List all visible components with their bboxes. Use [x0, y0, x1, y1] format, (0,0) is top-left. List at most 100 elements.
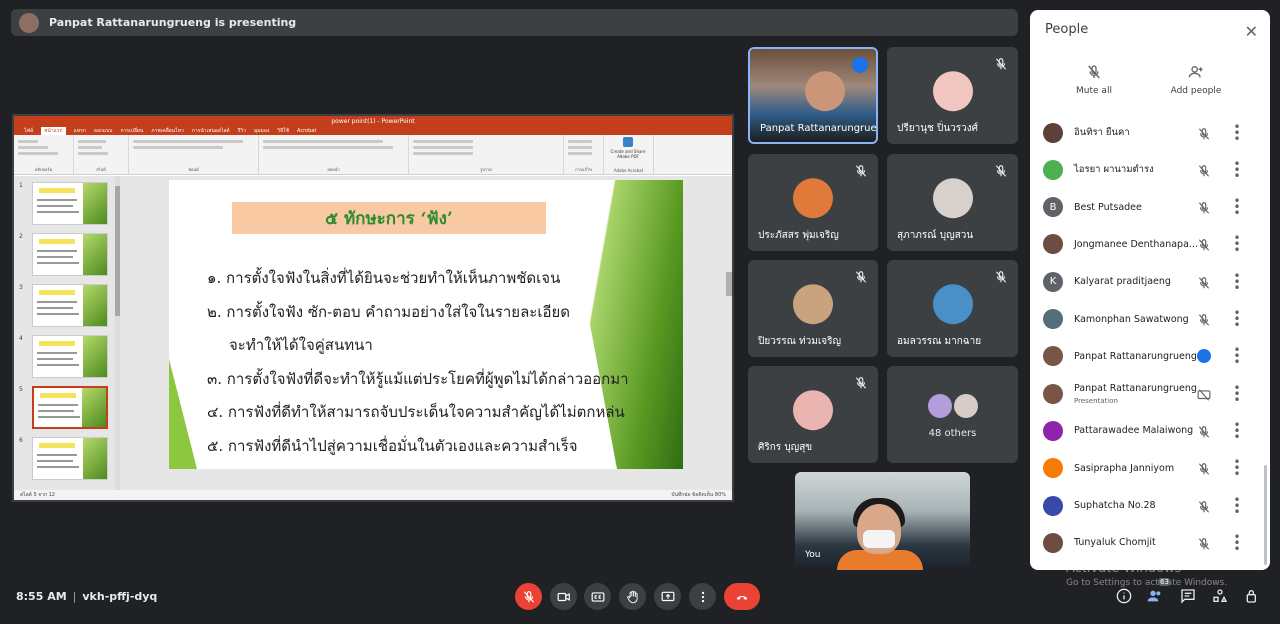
others-avatars	[887, 394, 1018, 418]
mic-off-icon[interactable]	[1197, 163, 1211, 177]
thumbnail-number: 2	[19, 233, 23, 240]
more-vert-icon[interactable]: • • •	[1233, 382, 1241, 406]
activities-icon[interactable]	[1212, 588, 1228, 604]
present-screen-button[interactable]	[654, 583, 681, 610]
more-vert-icon[interactable]: • • •	[1233, 307, 1241, 331]
more-vert-icon[interactable]: • • •	[1233, 344, 1241, 368]
participant-tile[interactable]: ปรียานุช ปิ่นวรวงศ์	[887, 47, 1018, 144]
more-options-button[interactable]	[689, 583, 716, 610]
presenter-avatar	[19, 12, 39, 33]
ppt-tab[interactable]: หน้าแรก	[41, 126, 66, 135]
others-tile[interactable]: 48 others	[887, 366, 1018, 463]
mic-off-icon[interactable]	[1197, 200, 1211, 214]
mic-toggle-button[interactable]	[515, 583, 542, 610]
more-vert-icon[interactable]: • • •	[1233, 121, 1241, 145]
meeting-info: 8:55 AM | vkh-pffj-dyq	[16, 590, 158, 603]
more-vert-icon[interactable]: • • •	[1233, 494, 1241, 518]
self-view[interactable]: You	[795, 472, 970, 570]
ppt-tab[interactable]: การนำเสนอสไลด์	[192, 127, 230, 135]
more-vert-icon	[701, 591, 704, 602]
ppt-tab[interactable]: แทรก	[74, 127, 86, 135]
participant-tile-presenter[interactable]: Panpat Rattanarungrue...	[748, 47, 878, 144]
mic-off-icon[interactable]	[1197, 424, 1211, 438]
participant-row[interactable]: B Best Putsadee • • •	[1030, 189, 1270, 226]
presentation-off-icon[interactable]	[1197, 387, 1211, 401]
participant-avatar	[1043, 495, 1063, 516]
participant-name: ประภัสสร พุ่มเจริญ	[758, 230, 839, 241]
more-vert-icon[interactable]: • • •	[1233, 195, 1241, 219]
mic-off-icon[interactable]	[1197, 536, 1211, 550]
ppt-tab[interactable]: รีวิว	[238, 127, 246, 135]
more-vert-icon[interactable]: • • •	[1233, 270, 1241, 294]
ppt-tab[interactable]: ออกแบบ	[94, 127, 113, 135]
participant-row[interactable]: Panpat Rattanarungrueng • • •	[1030, 338, 1270, 375]
ppt-tab[interactable]: มุมมอง	[254, 127, 269, 135]
slide-thumbnail[interactable]	[32, 284, 108, 327]
more-vert-icon[interactable]: • • •	[1233, 158, 1241, 182]
slide-thumbnail[interactable]	[32, 386, 108, 429]
add-people-button[interactable]: Add people	[1156, 64, 1236, 96]
participant-name: อมลวรรณ มากฉาย	[897, 336, 982, 347]
leave-call-button[interactable]	[724, 583, 760, 610]
participant-avatar	[1043, 346, 1063, 367]
chat-icon[interactable]	[1180, 588, 1196, 604]
participant-row[interactable]: K Kalyarat praditjaeng • • •	[1030, 263, 1270, 300]
mic-off-icon[interactable]	[1197, 499, 1211, 513]
participant-tile[interactable]: อมลวรรณ มากฉาย	[887, 260, 1018, 357]
mic-off-icon[interactable]	[1197, 275, 1211, 289]
more-vert-icon[interactable]: • • •	[1233, 419, 1241, 443]
mic-off-icon[interactable]	[1197, 312, 1211, 326]
participant-name: Panpat Rattanarungrue...	[760, 123, 878, 134]
clock: 8:55 AM	[16, 590, 67, 603]
mic-off-icon[interactable]	[1197, 461, 1211, 475]
thumbnail-scrollbar[interactable]	[115, 176, 120, 490]
slide-line: ๕. การฟังที่ดีนำไปสู่ความเชื่อมั่นในตัวเ…	[207, 437, 578, 455]
create-adobe-pdf-button[interactable]: Create and Share Adobe PDF	[608, 137, 648, 159]
raise-hand-button[interactable]	[619, 583, 646, 610]
participant-row[interactable]: อินทิรา ยืนคา • • •	[1030, 114, 1270, 151]
participant-row[interactable]: Jongmanee Denthanapa... • • •	[1030, 226, 1270, 263]
participant-row[interactable]: Suphatcha No.28 • • •	[1030, 487, 1270, 524]
present-icon	[661, 591, 674, 601]
more-vert-icon[interactable]: • • •	[1233, 232, 1241, 256]
participant-name: สุภาภรณ์ บุญสวน	[897, 230, 974, 241]
participant-tile[interactable]: สุภาภรณ์ บุญสวน	[887, 154, 1018, 251]
captions-icon	[591, 591, 604, 602]
participant-row[interactable]: Tunyaluk Chomjit • • •	[1030, 524, 1270, 561]
participant-tile[interactable]: ปิยวรรณ ท่วมเจริญ	[748, 260, 878, 357]
participant-tile[interactable]: ศิริกร บุญสุข	[748, 366, 878, 463]
participant-avatar	[793, 283, 833, 324]
ppt-tab[interactable]: Acrobat	[297, 128, 316, 134]
slide-thumbnail[interactable]	[32, 335, 108, 378]
slide-thumbnail[interactable]	[32, 233, 108, 276]
ppt-tab[interactable]: ไฟล์	[24, 127, 33, 135]
more-vert-icon[interactable]: • • •	[1233, 456, 1241, 480]
participant-tile[interactable]: ประภัสสร พุ่มเจริญ	[748, 154, 878, 251]
participant-row[interactable]: Kamonphan Sawatwong • • •	[1030, 301, 1270, 338]
mic-off-icon[interactable]	[1197, 126, 1211, 140]
participant-row[interactable]: Pattarawadee Malaiwong • • •	[1030, 412, 1270, 449]
participant-row[interactable]: Sasiprapha Janniyom • • •	[1030, 450, 1270, 487]
mute-all-button[interactable]: Mute all	[1054, 64, 1134, 96]
participant-row[interactable]: ไอรยา ผานามตำรง • • •	[1030, 151, 1270, 188]
mic-off-icon[interactable]	[1197, 237, 1211, 252]
host-controls-lock-icon[interactable]	[1244, 588, 1260, 604]
close-icon[interactable]: ✕	[1245, 22, 1258, 41]
more-vert-icon[interactable]: • • •	[1233, 531, 1241, 555]
ribbon-group-font: ฟอนต์	[129, 135, 259, 174]
slide-scrollbar[interactable]	[726, 176, 732, 490]
people-scrollbar[interactable]	[1264, 465, 1267, 565]
mic-off-icon	[1088, 65, 1100, 79]
ribbon-group-drawing: รูปวาด	[409, 135, 564, 174]
info-icon[interactable]	[1116, 588, 1132, 604]
slide-thumbnail[interactable]	[32, 437, 108, 480]
ppt-tab[interactable]: วิธีใช้	[277, 127, 289, 135]
people-icon[interactable]	[1147, 588, 1163, 604]
meeting-code[interactable]: vkh-pffj-dyq	[82, 590, 157, 603]
participant-row[interactable]: Panpat Rattanarungrueng Presentation • • •	[1030, 375, 1270, 412]
ppt-tab[interactable]: การเปลี่ยน	[120, 127, 143, 135]
camera-toggle-button[interactable]	[550, 583, 577, 610]
ppt-tab[interactable]: ภาพเคลื่อนไหว	[151, 127, 184, 135]
slide-thumbnail[interactable]	[32, 182, 108, 225]
captions-button[interactable]	[584, 583, 611, 610]
